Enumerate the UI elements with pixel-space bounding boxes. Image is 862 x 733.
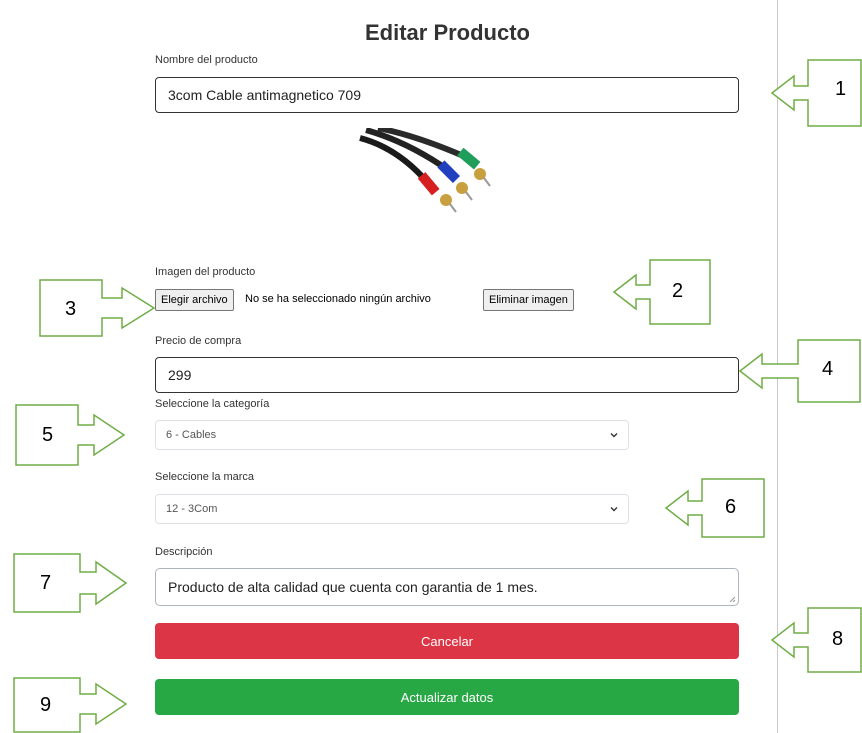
- callout-arrow-right: [15, 404, 126, 466]
- resize-grip-icon[interactable]: [729, 596, 736, 603]
- callout-number: 6: [725, 496, 737, 518]
- chevron-down-icon: [610, 507, 618, 512]
- file-status-text: No se ha seleccionado ningún archivo: [245, 293, 431, 305]
- product-image: [359, 128, 491, 213]
- brand-value: 12 - 3Com: [166, 503, 218, 515]
- chevron-down-icon: [610, 433, 618, 438]
- product-name-value: 3com Cable antimagnetico 709: [168, 87, 362, 103]
- callout-arrow-left: [770, 59, 862, 127]
- product-name-input[interactable]: 3com Cable antimagnetico 709: [155, 77, 739, 113]
- description-textarea[interactable]: Producto de alta calidad que cuenta con …: [155, 568, 739, 606]
- callout-number: 3: [65, 298, 77, 320]
- description-label: Descripción: [155, 546, 213, 558]
- callout-arrow-left: [738, 339, 861, 403]
- callout-number: 2: [672, 280, 684, 302]
- choose-file-button[interactable]: Elegir archivo: [155, 289, 234, 311]
- category-select[interactable]: 6 - Cables: [155, 420, 629, 450]
- callout-arrow-left: [612, 259, 711, 325]
- price-input[interactable]: 299: [155, 357, 739, 393]
- image-label: Imagen del producto: [155, 266, 256, 278]
- callout-number: 1: [835, 78, 847, 100]
- callout-arrow-left: [664, 478, 765, 538]
- cancel-button[interactable]: Cancelar: [155, 623, 739, 659]
- callout-number: 5: [42, 424, 54, 446]
- category-label: Seleccione la categoría: [155, 398, 270, 410]
- category-value: 6 - Cables: [166, 429, 217, 441]
- price-label: Precio de compra: [155, 335, 242, 347]
- update-button[interactable]: Actualizar datos: [155, 679, 739, 715]
- brand-label: Seleccione la marca: [155, 471, 255, 483]
- price-value: 299: [168, 367, 192, 383]
- callout-number: 8: [832, 628, 844, 650]
- page-title: Editar Producto: [364, 20, 530, 45]
- callout-number: 9: [40, 694, 52, 716]
- callout-number: 4: [822, 358, 834, 380]
- brand-select[interactable]: 12 - 3Com: [155, 494, 629, 524]
- callout-number: 7: [40, 572, 52, 594]
- callout-arrow-right: [13, 553, 128, 613]
- callout-arrow-left: [770, 607, 862, 673]
- name-label: Nombre del producto: [155, 54, 258, 66]
- remove-image-button[interactable]: Eliminar imagen: [483, 289, 574, 311]
- callout-arrow-right: [39, 279, 156, 337]
- callout-arrow-right: [13, 677, 128, 733]
- description-value: Producto de alta calidad que cuenta con …: [168, 579, 538, 595]
